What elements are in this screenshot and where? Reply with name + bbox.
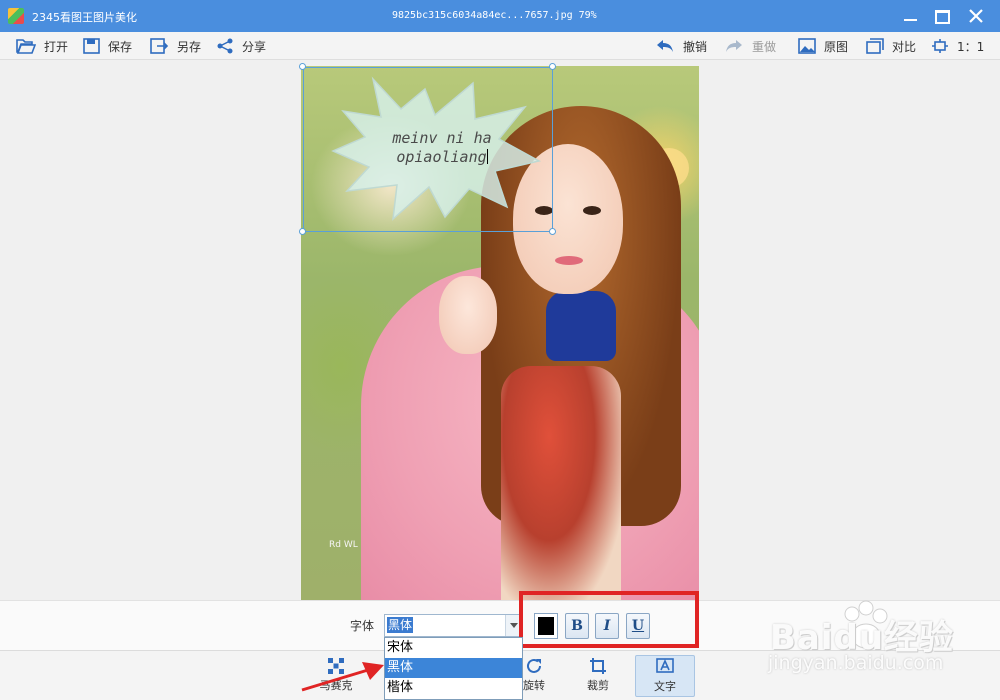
actual-size-button[interactable]: 1：1: [931, 36, 984, 56]
redo-label: 重做: [752, 39, 777, 54]
sticker-text-line: opiaoliang: [396, 148, 487, 166]
actual-size-label: 1：1: [957, 39, 985, 54]
baidu-watermark: Baidu经验 jingyan.baidu.com: [760, 598, 1000, 693]
share-icon: [217, 38, 233, 54]
image-icon: [798, 38, 816, 54]
hand: [439, 276, 497, 354]
file-title: 9825bc315c6034a84ec...7657.jpg 79%: [392, 10, 597, 21]
redo-button[interactable]: 重做: [724, 36, 776, 56]
share-button[interactable]: 分享: [217, 36, 266, 56]
crop-tool[interactable]: 裁剪: [570, 655, 626, 697]
floral-dress: [501, 366, 621, 600]
close-button[interactable]: [963, 4, 989, 28]
text-label: 文字: [654, 680, 676, 693]
font-label: 字体: [350, 619, 375, 633]
save-as-label: 另存: [177, 39, 202, 54]
save-as-button[interactable]: 另存: [150, 36, 201, 56]
minimize-button[interactable]: [898, 4, 924, 28]
text-tool[interactable]: 文字: [635, 655, 695, 697]
text-icon: [656, 658, 674, 673]
right-eye: [583, 206, 601, 215]
undo-icon: [657, 40, 673, 52]
save-as-icon: [150, 38, 169, 54]
text-sticker[interactable]: meinv ni ha opiaoliang: [299, 63, 556, 235]
sticker-text-input[interactable]: meinv ni ha opiaoliang: [357, 129, 527, 167]
rotate-label: 旋转: [523, 679, 545, 692]
original-image-label: 原图: [824, 39, 849, 54]
save-button[interactable]: 保存: [83, 36, 132, 56]
red-highlight-box: [519, 591, 699, 648]
maximize-button[interactable]: [929, 4, 955, 28]
close-icon: [969, 9, 983, 23]
undo-label: 撤销: [683, 39, 708, 54]
compare-label: 对比: [892, 39, 917, 54]
font-select-value: 黑体: [387, 617, 414, 633]
sticker-text-line: meinv ni ha: [392, 129, 492, 147]
lips: [555, 256, 583, 265]
folder-open-icon: [16, 39, 36, 54]
resize-handle[interactable]: [299, 228, 306, 235]
sticker-text-line-2: opiaoliang: [357, 148, 527, 167]
open-label: 打开: [44, 39, 69, 54]
title-bar: 2345看图王图片美化 9825bc315c6034a84ec...7657.j…: [0, 0, 1000, 32]
resize-handle[interactable]: [549, 228, 556, 235]
text-caret: [486, 149, 488, 164]
font-option-songti[interactable]: 宋体: [385, 638, 522, 658]
blue-collar: [546, 291, 616, 361]
font-option-kaiti[interactable]: 楷体: [385, 678, 522, 698]
app-logo-icon: [8, 8, 24, 24]
redo-icon: [726, 40, 742, 52]
main-toolbar: 打开 保存 另存 分享 撤销 重做 原图 对比 1：1: [0, 32, 1000, 60]
resize-handle[interactable]: [299, 63, 306, 70]
resize-handle[interactable]: [549, 63, 556, 70]
original-image-button[interactable]: 原图: [798, 36, 848, 56]
font-select[interactable]: 黑体: [384, 614, 522, 637]
fit-size-icon: [932, 39, 948, 53]
photo-signature: Rd WL: [329, 540, 358, 550]
save-label: 保存: [108, 39, 133, 54]
save-icon: [83, 38, 100, 54]
app-title: 2345看图王图片美化: [32, 11, 137, 24]
font-option-heiti[interactable]: 黑体: [385, 658, 522, 678]
rotate-icon: [527, 658, 541, 673]
crop-label: 裁剪: [587, 679, 609, 692]
share-label: 分享: [242, 39, 267, 54]
compare-button[interactable]: 对比: [866, 36, 916, 56]
red-arrow-icon: [301, 662, 384, 692]
crop-icon: [590, 658, 606, 674]
undo-button[interactable]: 撤销: [655, 36, 707, 56]
compare-icon: [866, 38, 884, 54]
baidu-url: jingyan.baidu.com: [768, 652, 944, 674]
open-button[interactable]: 打开: [16, 36, 68, 56]
font-dropdown-list: 宋体 黑体 楷体: [384, 637, 523, 700]
